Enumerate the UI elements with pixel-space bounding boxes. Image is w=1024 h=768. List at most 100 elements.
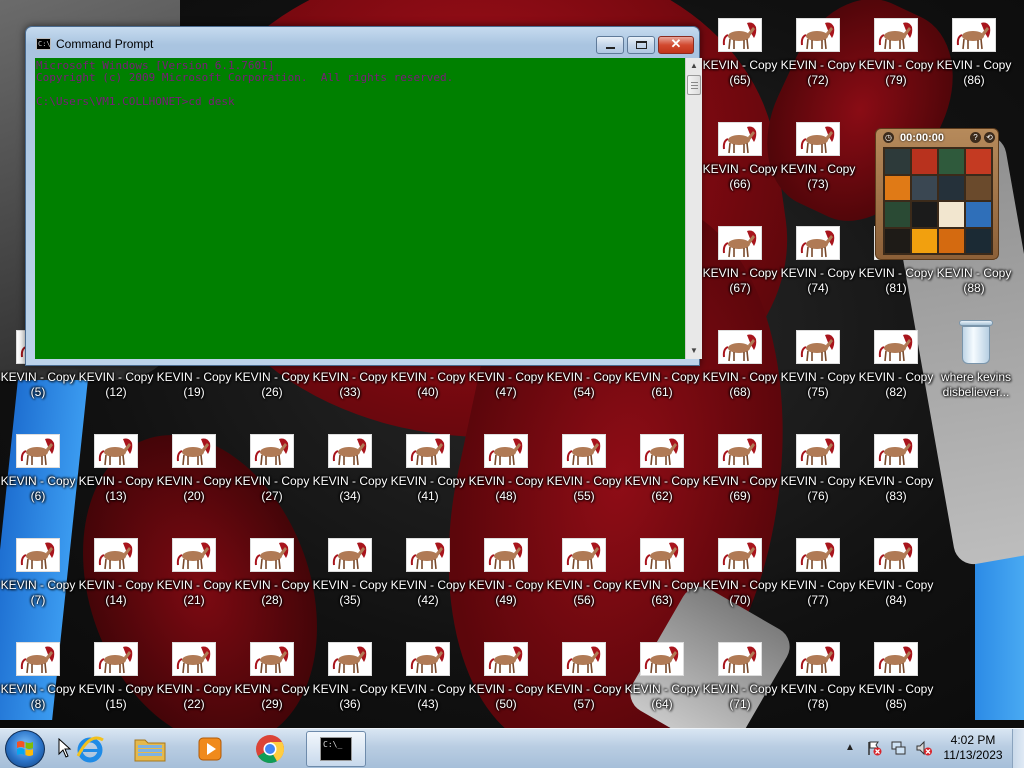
- desktop-icon-kevin-copy[interactable]: KEVIN - Copy (68): [702, 330, 778, 430]
- puzzle-tile[interactable]: [885, 149, 910, 174]
- desktop-icon-label: KEVIN - Copy (71): [702, 682, 778, 711]
- puzzle-tile[interactable]: [966, 149, 991, 174]
- desktop-icon-kevin-copy[interactable]: KEVIN - Copy (73): [780, 122, 856, 222]
- desktop-icon-kevin-copy[interactable]: KEVIN - Copy (28): [234, 538, 310, 638]
- desktop-icon-kevin-copy[interactable]: KEVIN - Copy (7): [0, 538, 76, 638]
- horse-image-icon: [796, 18, 840, 52]
- desktop-icon-kevin-copy[interactable]: KEVIN - Copy (74): [780, 226, 856, 326]
- desktop-icon-kevin-copy[interactable]: KEVIN - Copy (55): [546, 434, 622, 534]
- desktop-icon-kevin-copy[interactable]: KEVIN - Copy (14): [78, 538, 154, 638]
- media-player-icon: [198, 737, 222, 761]
- desktop-icon-kevin-copy[interactable]: KEVIN - Copy (85): [858, 642, 934, 728]
- desktop-icon-kevin-copy[interactable]: KEVIN - Copy (34): [312, 434, 388, 534]
- scroll-down-arrow-icon[interactable]: ▼: [686, 343, 702, 359]
- puzzle-tile[interactable]: [912, 228, 937, 253]
- scroll-up-arrow-icon[interactable]: ▲: [686, 58, 702, 74]
- taskbar-windows-explorer[interactable]: [124, 731, 176, 767]
- desktop-icon-kevin-copy[interactable]: KEVIN - Copy (42): [390, 538, 466, 638]
- puzzle-tile[interactable]: [912, 202, 937, 227]
- help-icon[interactable]: ?: [970, 132, 981, 143]
- desktop-icon-label: KEVIN - Copy (33): [312, 370, 388, 399]
- puzzle-grid[interactable]: [883, 147, 993, 255]
- desktop-icon-kevin-copy[interactable]: KEVIN - Copy (29): [234, 642, 310, 728]
- vertical-scrollbar[interactable]: ▲ ▼: [685, 58, 702, 359]
- desktop-icon-kevin-copy[interactable]: KEVIN - Copy (56): [546, 538, 622, 638]
- shuffle-icon[interactable]: ⟲: [984, 132, 995, 143]
- desktop-icon-kevin-copy[interactable]: KEVIN - Copy (71): [702, 642, 778, 728]
- puzzle-tile[interactable]: [885, 228, 910, 253]
- system-clock[interactable]: 4:02 PM 11/13/2023: [938, 733, 1008, 763]
- desktop-icon-kevin-copy[interactable]: KEVIN - Copy (66): [702, 122, 778, 222]
- desktop-icon-label: KEVIN - Copy (14): [78, 578, 154, 607]
- desktop-icon-kevin-copy[interactable]: KEVIN - Copy (83): [858, 434, 934, 534]
- recycle-bin[interactable]: where kevins disbeliever...: [940, 320, 1012, 400]
- taskbar-chrome[interactable]: [244, 731, 296, 767]
- puzzle-tile[interactable]: [939, 149, 964, 174]
- desktop-icon-kevin-copy[interactable]: KEVIN - Copy (43): [390, 642, 466, 728]
- desktop-icon-kevin-copy[interactable]: KEVIN - Copy (48): [468, 434, 544, 534]
- puzzle-tile[interactable]: [912, 149, 937, 174]
- desktop-icon-kevin-copy[interactable]: KEVIN - Copy (64): [624, 642, 700, 728]
- desktop-icon-kevin-copy[interactable]: KEVIN - Copy (27): [234, 434, 310, 534]
- taskbar-media-player[interactable]: [184, 731, 236, 767]
- show-hidden-icons-button[interactable]: ▲: [845, 742, 855, 753]
- desktop-icon-kevin-copy[interactable]: KEVIN - Copy (8): [0, 642, 76, 728]
- title-bar[interactable]: C:\ Command Prompt ✕: [26, 27, 699, 57]
- desktop-icon-kevin-copy[interactable]: KEVIN - Copy (21): [156, 538, 232, 638]
- picture-puzzle-gadget[interactable]: ◷ 00:00:00 ? ⟲: [875, 128, 999, 260]
- maximize-icon: [636, 41, 647, 49]
- maximize-button[interactable]: [627, 36, 655, 54]
- desktop-icon-kevin-copy[interactable]: KEVIN - Copy (49): [468, 538, 544, 638]
- desktop-icon-label: KEVIN - Copy (88): [936, 266, 1012, 295]
- console-output[interactable]: Microsoft Windows [Version 6.1.7601] Copy…: [35, 58, 685, 359]
- desktop-icon-kevin-copy[interactable]: KEVIN - Copy (78): [780, 642, 856, 728]
- desktop-icon-kevin-copy[interactable]: KEVIN - Copy (82): [858, 330, 934, 430]
- desktop-icon-kevin-copy[interactable]: KEVIN - Copy (75): [780, 330, 856, 430]
- puzzle-tile[interactable]: [966, 228, 991, 253]
- puzzle-tile[interactable]: [939, 175, 964, 200]
- puzzle-tile[interactable]: [885, 175, 910, 200]
- puzzle-tile[interactable]: [939, 228, 964, 253]
- desktop-icon-kevin-copy[interactable]: KEVIN - Copy (63): [624, 538, 700, 638]
- puzzle-tile[interactable]: [966, 202, 991, 227]
- desktop-icon-kevin-copy[interactable]: KEVIN - Copy (69): [702, 434, 778, 534]
- desktop-icon-kevin-copy[interactable]: KEVIN - Copy (22): [156, 642, 232, 728]
- desktop-icon-kevin-copy[interactable]: KEVIN - Copy (57): [546, 642, 622, 728]
- action-center-flag-icon[interactable]: [866, 740, 882, 756]
- desktop-icon-kevin-copy[interactable]: KEVIN - Copy (41): [390, 434, 466, 534]
- desktop-icon-kevin-copy[interactable]: KEVIN - Copy (15): [78, 642, 154, 728]
- desktop-icon-kevin-copy[interactable]: KEVIN - Copy (79): [858, 18, 934, 118]
- puzzle-tile[interactable]: [885, 202, 910, 227]
- desktop-icon-kevin-copy[interactable]: KEVIN - Copy (86): [936, 18, 1012, 118]
- desktop-icon-kevin-copy[interactable]: KEVIN - Copy (84): [858, 538, 934, 638]
- close-button[interactable]: ✕: [658, 36, 694, 54]
- desktop-icon-kevin-copy[interactable]: KEVIN - Copy (13): [78, 434, 154, 534]
- desktop-icon-kevin-copy[interactable]: KEVIN - Copy (76): [780, 434, 856, 534]
- desktop-icon-kevin-copy[interactable]: KEVIN - Copy (65): [702, 18, 778, 118]
- puzzle-tile[interactable]: [912, 175, 937, 200]
- puzzle-tile[interactable]: [939, 202, 964, 227]
- puzzle-tile[interactable]: [966, 175, 991, 200]
- desktop-icon-kevin-copy[interactable]: KEVIN - Copy (50): [468, 642, 544, 728]
- desktop-icon-kevin-copy[interactable]: KEVIN - Copy (70): [702, 538, 778, 638]
- clock-icon[interactable]: ◷: [883, 132, 894, 143]
- desktop-icon-kevin-copy[interactable]: KEVIN - Copy (72): [780, 18, 856, 118]
- desktop-icon-kevin-copy[interactable]: KEVIN - Copy (6): [0, 434, 76, 534]
- network-icon[interactable]: [891, 740, 907, 756]
- desktop-icon-kevin-copy[interactable]: KEVIN - Copy (35): [312, 538, 388, 638]
- desktop-icon-kevin-copy[interactable]: KEVIN - Copy (67): [702, 226, 778, 326]
- desktop-icon-kevin-copy[interactable]: KEVIN - Copy (36): [312, 642, 388, 728]
- volume-muted-icon[interactable]: [916, 740, 932, 756]
- desktop-icon-kevin-copy[interactable]: KEVIN - Copy (20): [156, 434, 232, 534]
- desktop-icon-label: KEVIN - Copy (84): [858, 578, 934, 607]
- desktop-icon-kevin-copy[interactable]: KEVIN - Copy (62): [624, 434, 700, 534]
- command-prompt-window[interactable]: C:\ Command Prompt ✕ Microsoft Windows […: [25, 26, 702, 366]
- minimize-button[interactable]: [596, 36, 624, 54]
- show-desktop-button[interactable]: [1012, 729, 1024, 768]
- start-button[interactable]: [5, 730, 45, 768]
- taskbar-command-prompt[interactable]: C:\_: [306, 731, 366, 767]
- scroll-thumb[interactable]: [687, 75, 701, 95]
- desktop-icon-label: KEVIN - Copy (86): [936, 58, 1012, 87]
- recycle-bin-icon: [959, 320, 993, 364]
- desktop-icon-kevin-copy[interactable]: KEVIN - Copy (77): [780, 538, 856, 638]
